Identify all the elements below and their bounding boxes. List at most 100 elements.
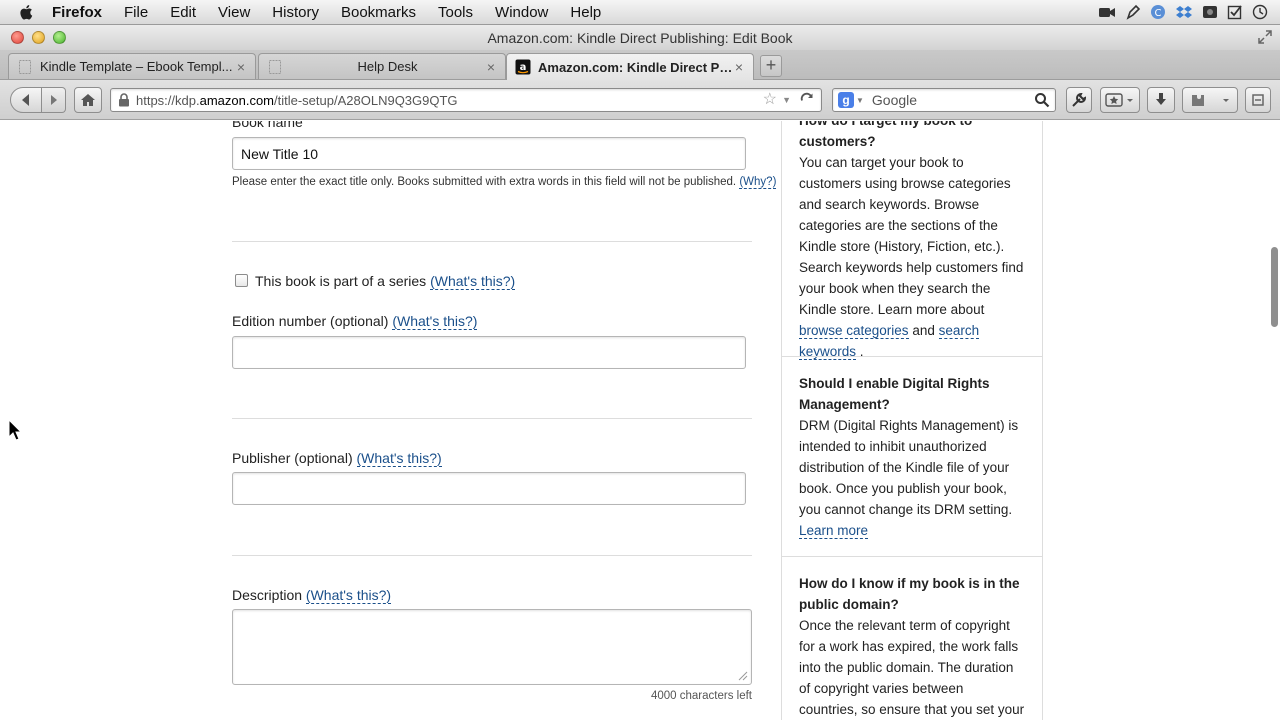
camera-icon[interactable]: [1098, 3, 1116, 21]
description-label-text: Description: [232, 587, 303, 603]
bookmarks-menu-button[interactable]: [1100, 87, 1140, 113]
browse-categories-link[interactable]: browse categories: [799, 323, 909, 339]
back-arrow-icon: [22, 94, 29, 106]
search-engine-dropdown-icon[interactable]: ▼: [856, 96, 864, 105]
puzzle-icon: [1192, 95, 1229, 106]
edition-label-text: Edition number (optional): [232, 313, 389, 329]
tab-kindle-template[interactable]: Kindle Template – Ebook Templ... ×: [8, 53, 256, 79]
menu-edit[interactable]: Edit: [170, 4, 196, 21]
pen-icon[interactable]: [1125, 3, 1141, 21]
menu-history[interactable]: History: [272, 4, 319, 21]
home-button[interactable]: [74, 87, 102, 113]
url-domain: amazon.com: [199, 92, 275, 108]
tab-bar: Kindle Template – Ebook Templ... × Help …: [0, 50, 1280, 80]
series-label: This book is part of a series (What's th…: [255, 273, 516, 290]
bookmarks-star-icon: [1105, 93, 1133, 107]
help-answer-and: and: [912, 323, 935, 338]
search-bar[interactable]: g ▼ Google: [832, 88, 1056, 112]
menu-file[interactable]: File: [124, 4, 148, 21]
tab-label: Amazon.com: Kindle Direct Publ...: [538, 59, 733, 75]
apple-icon[interactable]: [18, 3, 36, 21]
home-icon: [81, 94, 95, 106]
search-engine-icon[interactable]: g: [838, 92, 854, 108]
edition-label: Edition number (optional) (What's this?): [232, 313, 478, 330]
checkbox-icon[interactable]: [1227, 3, 1243, 21]
extension-icon: [1252, 94, 1264, 106]
description-whats-this-link[interactable]: (What's this?): [305, 587, 392, 604]
help-sidebar: How do I target my book to customers? Yo…: [781, 121, 1043, 720]
book-name-label: Book name: [232, 121, 303, 130]
back-button[interactable]: [10, 87, 42, 113]
tab-label: Help Desk: [357, 59, 418, 74]
web-page-content: Book name New Title 10 Please enter the …: [0, 121, 1280, 720]
tab-help-desk[interactable]: Help Desk ×: [258, 53, 506, 79]
description-textarea[interactable]: [232, 609, 752, 685]
help-box-targeting: How do I target my book to customers? Yo…: [782, 121, 1042, 362]
divider: [782, 556, 1042, 557]
menubar-tray: C: [1098, 3, 1268, 21]
amazon-favicon-icon: a: [515, 59, 531, 75]
series-label-text: This book is part of a series: [255, 273, 427, 289]
drm-learn-more-link[interactable]: Learn more: [799, 523, 869, 539]
help-box-drm: Should I enable Digital Rights Managemen…: [782, 373, 1042, 541]
url-history-dropdown-icon[interactable]: ▼: [782, 95, 791, 105]
resize-grip-icon[interactable]: [736, 669, 748, 681]
book-name-input[interactable]: New Title 10: [232, 137, 746, 170]
url-bar[interactable]: https://kdp.amazon.com/title-setup/A28OL…: [110, 88, 822, 112]
tab-amazon-kdp[interactable]: a Amazon.com: Kindle Direct Publ... ×: [506, 53, 754, 80]
tools-button[interactable]: [1066, 87, 1092, 113]
search-input[interactable]: Google: [872, 92, 917, 108]
blank-page-icon: [19, 59, 31, 74]
publisher-whats-this-link[interactable]: (What's this?): [356, 450, 442, 467]
svg-text:a: a: [520, 62, 527, 73]
zoom-window-button[interactable]: [53, 31, 66, 44]
description-label: Description (What's this?): [232, 587, 392, 604]
tab-close-icon[interactable]: ×: [235, 60, 247, 74]
divider: [232, 418, 752, 419]
publisher-input[interactable]: [232, 472, 746, 505]
fullscreen-icon[interactable]: [1258, 30, 1272, 44]
reload-icon[interactable]: [799, 91, 815, 109]
series-whats-this-link[interactable]: (What's this?): [430, 273, 516, 290]
help-question-targeting-bottom: customers?: [799, 134, 876, 149]
series-checkbox[interactable]: [235, 274, 248, 287]
svg-text:C: C: [1155, 8, 1162, 19]
forward-arrow-icon: [50, 95, 57, 105]
close-window-button[interactable]: [11, 31, 24, 44]
book-name-note-text: Please enter the exact title only. Books…: [232, 176, 737, 188]
minimize-window-button[interactable]: [32, 31, 45, 44]
url-text[interactable]: https://kdp.amazon.com/title-setup/A28OL…: [136, 93, 458, 108]
menu-tools[interactable]: Tools: [438, 4, 473, 21]
menu-view[interactable]: View: [218, 4, 250, 21]
menu-firefox[interactable]: Firefox: [52, 4, 102, 21]
edition-whats-this-link[interactable]: (What's this?): [392, 313, 478, 330]
bookmark-star-icon[interactable]: ☆: [763, 92, 777, 108]
extension-button[interactable]: [1245, 87, 1271, 113]
why-link[interactable]: (Why?): [739, 176, 777, 189]
page-scrollbar[interactable]: [1268, 121, 1280, 720]
screen-record-icon[interactable]: [1202, 3, 1218, 21]
scrollbar-thumb[interactable]: [1271, 247, 1278, 327]
edition-number-input[interactable]: [232, 336, 746, 369]
window-titlebar: Amazon.com: Kindle Direct Publishing: Ed…: [0, 25, 1280, 50]
dropbox-icon[interactable]: [1175, 3, 1193, 21]
lock-icon[interactable]: [118, 93, 130, 107]
wrench-icon: [1072, 92, 1087, 107]
help-question-targeting-top: How do I target my book to: [799, 121, 1025, 131]
help-answer-public-domain: Once the relevant term of copyright for …: [799, 618, 1025, 717]
menu-help[interactable]: Help: [570, 4, 601, 21]
menu-window[interactable]: Window: [495, 4, 548, 21]
tab-close-icon[interactable]: ×: [485, 60, 497, 74]
downloads-button[interactable]: [1147, 87, 1175, 113]
addon-button[interactable]: [1182, 87, 1238, 113]
time-machine-icon[interactable]: [1252, 3, 1268, 21]
sync-icon[interactable]: C: [1150, 3, 1166, 21]
menu-bookmarks[interactable]: Bookmarks: [341, 4, 416, 21]
search-icon[interactable]: [1034, 92, 1050, 108]
forward-button[interactable]: [42, 87, 66, 113]
help-answer-targeting-text: You can target your book to customers us…: [799, 155, 1024, 317]
tab-close-icon[interactable]: ×: [733, 60, 745, 74]
help-question-drm: Should I enable Digital Rights Managemen…: [799, 376, 990, 412]
mac-menubar: Firefox File Edit View History Bookmarks…: [0, 0, 1280, 25]
new-tab-button[interactable]: +: [760, 55, 782, 77]
